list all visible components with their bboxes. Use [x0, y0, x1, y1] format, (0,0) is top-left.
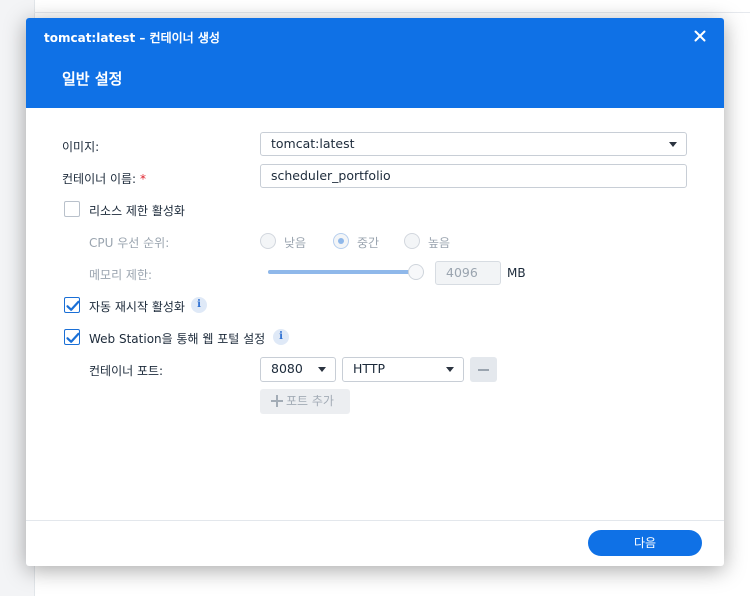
cpu-radio-high[interactable] — [404, 233, 420, 249]
protocol-select[interactable]: HTTP — [342, 357, 464, 382]
dialog-header: tomcat:latest – 컨테이너 생성 일반 설정 — [26, 18, 724, 108]
image-select-value: tomcat:latest — [271, 136, 355, 151]
cpu-radio-medium[interactable] — [333, 233, 349, 249]
image-label: 이미지: — [62, 140, 100, 154]
cpu-option-medium: 중간 — [357, 236, 380, 250]
container-port-label: 컨테이너 포트: — [89, 364, 164, 378]
port-select-value: 8080 — [271, 361, 303, 376]
memory-input[interactable]: 4096 — [435, 261, 501, 285]
container-name-label: 컨테이너 이름: * — [62, 170, 146, 187]
add-port-button[interactable]: 포트 추가 — [260, 389, 350, 414]
auto-restart-label: 자동 재시작 활성화 — [89, 300, 185, 314]
close-button[interactable] — [690, 26, 710, 46]
required-marker: * — [139, 172, 146, 186]
info-icon[interactable]: i — [191, 297, 207, 313]
background-divider — [34, 12, 750, 13]
web-station-label: Web Station을 통해 웹 포털 설정 — [89, 332, 266, 346]
protocol-select-value: HTTP — [353, 361, 385, 376]
auto-restart-checkbox[interactable] — [64, 297, 80, 313]
remove-port-button[interactable] — [470, 357, 497, 382]
plus-icon — [271, 395, 283, 407]
web-station-checkbox[interactable] — [64, 329, 80, 345]
resource-limit-label: 리소스 제한 활성화 — [89, 204, 185, 218]
footer-divider — [26, 520, 724, 521]
memory-slider[interactable] — [268, 264, 424, 280]
port-select[interactable]: 8080 — [260, 357, 336, 382]
resource-limit-checkbox[interactable] — [64, 201, 80, 217]
memory-slider-handle[interactable] — [408, 264, 424, 280]
chevron-down-icon — [318, 367, 326, 372]
cpu-radio-low[interactable] — [260, 233, 276, 249]
window-title: tomcat:latest – 컨테이너 생성 — [44, 31, 220, 45]
check-icon — [66, 300, 80, 311]
memory-unit: MB — [507, 266, 526, 280]
memory-limit-label: 메모리 제한: — [89, 268, 153, 282]
chevron-down-icon — [669, 142, 677, 147]
cpu-option-low: 낮음 — [284, 236, 307, 250]
container-name-input[interactable]: scheduler_portfolio — [260, 164, 687, 188]
check-icon — [66, 332, 80, 343]
next-button[interactable]: 다음 — [588, 530, 702, 556]
add-port-label: 포트 추가 — [286, 394, 334, 408]
cpu-priority-label: CPU 우선 순위: — [89, 236, 170, 250]
chevron-down-icon — [446, 367, 454, 372]
cpu-option-high: 높음 — [428, 236, 451, 250]
info-icon[interactable]: i — [273, 329, 289, 345]
image-select[interactable]: tomcat:latest — [260, 132, 687, 156]
close-icon — [694, 30, 706, 42]
create-container-dialog: tomcat:latest – 컨테이너 생성 일반 설정 이미지: tomca… — [26, 18, 724, 566]
step-title: 일반 설정 — [62, 70, 123, 88]
container-name-label-text: 컨테이너 이름: — [62, 172, 137, 186]
memory-slider-fill — [268, 270, 416, 274]
